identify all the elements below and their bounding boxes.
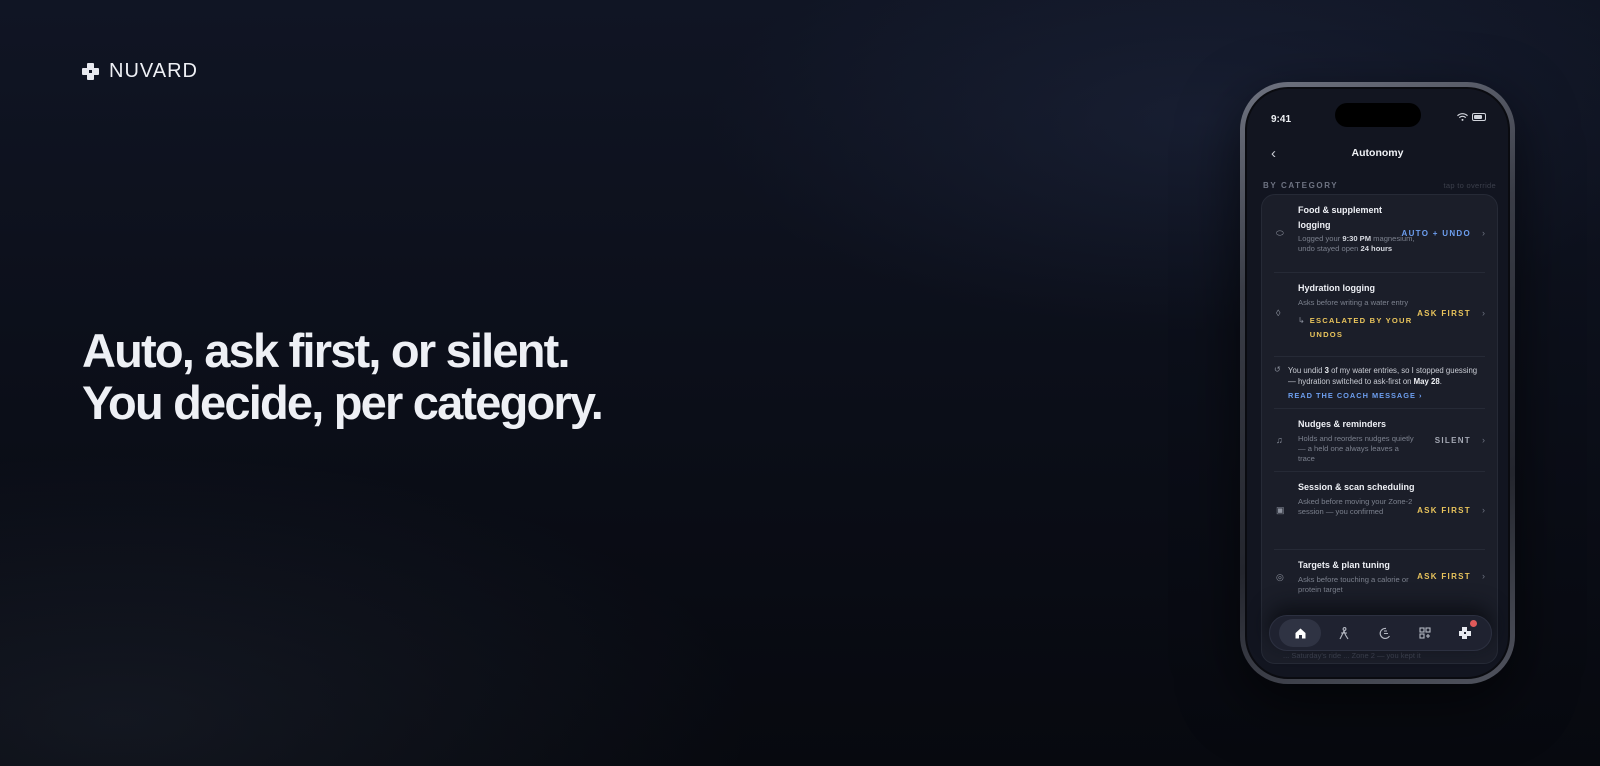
category-row-scheduling[interactable]: ▣ Session & scan scheduling Asked before…: [1274, 472, 1485, 550]
brand: NUVARD: [82, 60, 198, 83]
category-row-targets[interactable]: ◎ Targets & plan tuning Asks before touc…: [1274, 550, 1485, 608]
section-label: BY CATEGORY: [1263, 181, 1339, 190]
tab-nutrition[interactable]: [1367, 619, 1401, 647]
category-title: Session & scan scheduling: [1298, 482, 1415, 492]
mode-badge: SILENT: [1434, 436, 1471, 445]
mode-badge: AUTO + UNDO: [1401, 229, 1471, 238]
dynamic-island: [1334, 103, 1421, 127]
page-title: Autonomy: [1351, 147, 1404, 159]
escalated-note: ↳ ESCALATED BY YOUR UNDOS: [1298, 314, 1416, 342]
chevron-right-icon: ›: [1482, 435, 1485, 445]
nutrition-icon: [1379, 627, 1390, 639]
tab-home[interactable]: [1279, 619, 1322, 647]
calendar-icon: ▣: [1276, 505, 1285, 515]
status-icons: [1457, 113, 1486, 121]
category-title: Targets & plan tuning: [1298, 560, 1390, 570]
target-icon: ◎: [1276, 572, 1284, 582]
droplet-icon: ◊: [1276, 308, 1281, 318]
section-hint: tap to override: [1443, 181, 1496, 190]
battery-icon: [1472, 113, 1486, 121]
grid-icon: [1419, 627, 1431, 639]
category-row-food[interactable]: ⬭ Food & supplement logging Logged your …: [1274, 195, 1485, 273]
faded-overflow-text: ... Saturday's ride ... Zone 2 — you kep…: [1283, 651, 1421, 660]
chevron-right-icon: ›: [1482, 228, 1485, 238]
status-time: 9:41: [1271, 114, 1292, 125]
activity-icon: [1339, 626, 1349, 639]
category-title: Food & supplement logging: [1298, 205, 1382, 230]
pill-icon: ⬭: [1276, 228, 1284, 238]
chevron-right-icon: ›: [1482, 571, 1485, 581]
read-coach-message-link[interactable]: READ THE COACH MESSAGE ›: [1288, 391, 1485, 400]
coach-text: You undid 3 of my water entries, so I st…: [1288, 366, 1478, 386]
tab-bar: [1269, 615, 1492, 651]
tab-activity[interactable]: [1327, 619, 1361, 647]
nav-bar: ‹ Autonomy: [1247, 143, 1508, 167]
tab-grid[interactable]: [1408, 619, 1442, 647]
section-header: BY CATEGORY tap to override: [1263, 181, 1496, 190]
brand-name: NUVARD: [109, 60, 198, 82]
headline-line-2: You decide, per category.: [82, 376, 604, 429]
home-icon: [1295, 628, 1306, 638]
mode-badge: ASK FIRST: [1417, 506, 1471, 515]
phone-screen: 9:41 ‹ Autonomy BY CATEGORY tap to overr…: [1245, 87, 1510, 679]
coach-note: ↺ You undid 3 of my water entries, so I …: [1274, 357, 1485, 409]
category-row-nudges[interactable]: ♫ Nudges & reminders Holds and reorders …: [1274, 409, 1485, 472]
nuvard-logo-icon: [82, 63, 99, 80]
headline: Auto, ask first, or silent. You decide, …: [82, 324, 604, 429]
mode-badge: ASK FIRST: [1417, 572, 1471, 581]
category-desc: Asks before writing a water entry: [1298, 297, 1409, 307]
headline-line-1: Auto, ask first, or silent.: [82, 324, 571, 377]
category-title: Hydration logging: [1298, 283, 1375, 293]
category-row-hydration[interactable]: ◊ Hydration logging Asks before writing …: [1274, 273, 1485, 357]
escalated-label: ESCALATED BY YOUR UNDOS: [1309, 315, 1413, 339]
category-desc: Asks before touching a calorie or protei…: [1298, 574, 1409, 594]
category-list: ⬭ Food & supplement logging Logged your …: [1261, 194, 1498, 664]
wifi-icon: [1457, 113, 1468, 121]
undo-icon: ↺: [1274, 365, 1281, 374]
notification-badge: [1469, 620, 1477, 627]
chevron-right-icon: ›: [1482, 308, 1485, 318]
mode-badge: ASK FIRST: [1417, 309, 1471, 318]
category-title: Nudges & reminders: [1298, 419, 1387, 429]
coach-logo-icon: [1458, 627, 1471, 639]
bell-icon: ♫: [1276, 435, 1283, 445]
escalate-arrow-icon: ↳: [1298, 315, 1305, 325]
category-desc: Asked before moving your Zone-2 session …: [1298, 496, 1413, 516]
chevron-right-icon: ›: [1482, 505, 1485, 515]
category-desc: Holds and reorders nudges quietly — a he…: [1298, 433, 1414, 463]
category-desc: Logged your 9:30 PM magnesium, undo stay…: [1298, 234, 1415, 253]
phone-mockup: 9:41 ‹ Autonomy BY CATEGORY tap to overr…: [1240, 82, 1515, 684]
tab-coach[interactable]: [1448, 619, 1482, 647]
